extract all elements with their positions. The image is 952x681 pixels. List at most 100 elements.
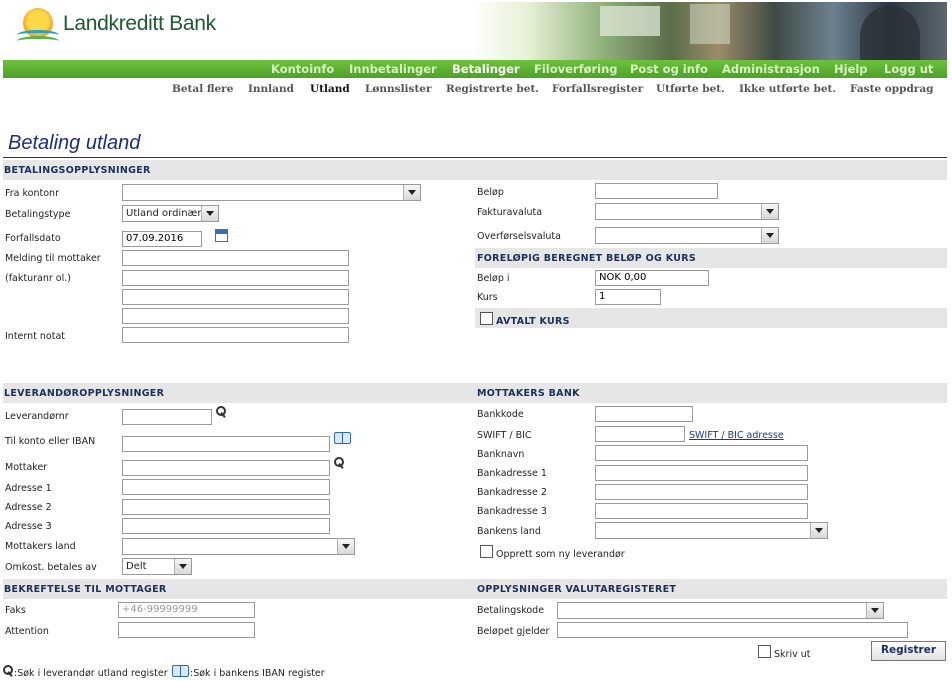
bankkode-label: Bankkode bbox=[477, 409, 524, 420]
section-title: LEVERANDØROPPLYSNINGER bbox=[4, 388, 165, 399]
nav-kontoinfo[interactable]: Kontoinfo bbox=[271, 62, 334, 76]
bankadresse3-input[interactable] bbox=[595, 503, 808, 519]
page-title: Betaling utland bbox=[8, 132, 141, 154]
header-photo-detail bbox=[690, 4, 730, 44]
betalingskode-label: Betalingskode bbox=[477, 605, 545, 616]
attention-label: Attention bbox=[5, 626, 49, 637]
melding-input-1[interactable] bbox=[122, 250, 349, 266]
title-divider bbox=[3, 157, 947, 158]
overforselsvaluta-select[interactable] bbox=[595, 227, 779, 244]
book-icon[interactable] bbox=[334, 432, 351, 444]
mottakers-land-select[interactable] bbox=[122, 538, 355, 555]
bankens-land-select[interactable] bbox=[595, 522, 828, 539]
nav-filoverforing[interactable]: Filoverføring bbox=[534, 62, 618, 76]
overforselsvaluta-label: Overførselsvaluta bbox=[477, 231, 561, 242]
nav-administrasjon[interactable]: Administrasjon bbox=[722, 62, 820, 76]
subnav-faste-oppdrag[interactable]: Faste oppdrag bbox=[850, 83, 934, 95]
bankadresse3-label: Bankadresse 3 bbox=[477, 506, 547, 517]
section-leverandor-row: LEVERANDØROPPLYSNINGER MOTTAKERS BANK bbox=[3, 383, 947, 403]
banknavn-label: Banknavn bbox=[477, 449, 525, 460]
subnav-innland[interactable]: Innland bbox=[248, 83, 294, 95]
forfallsdato-input[interactable]: 07.09.2016 bbox=[122, 231, 202, 247]
chevron-down-icon bbox=[337, 539, 354, 554]
bankens-land-label: Bankens land bbox=[477, 526, 541, 537]
til-konto-input[interactable] bbox=[122, 436, 330, 452]
nav-hjelp[interactable]: Hjelp bbox=[834, 62, 868, 76]
chevron-down-icon bbox=[403, 185, 420, 200]
bankkode-input[interactable] bbox=[595, 406, 693, 422]
section-bekreftelse-row: BEKREFTELSE TIL MOTTAGER OPPLYSNINGER VA… bbox=[3, 579, 947, 599]
bankadresse1-label: Bankadresse 1 bbox=[477, 468, 547, 479]
internt-notat-label: Internt notat bbox=[5, 331, 66, 342]
chevron-down-icon bbox=[761, 228, 778, 243]
registrer-button[interactable]: Registrer bbox=[871, 641, 946, 661]
leverandornr-label: Leverandørnr bbox=[5, 411, 69, 422]
section-title: BETALINGSOPPLYSNINGER bbox=[4, 165, 151, 176]
attention-input[interactable] bbox=[118, 622, 255, 638]
subnav-ikke-utforte-bet[interactable]: Ikke utførte bet. bbox=[739, 83, 836, 95]
section-forelopig: FORELØPIG BEREGNET BELØP OG KURS bbox=[475, 248, 947, 268]
forfallsdato-label: Forfallsdato bbox=[5, 233, 61, 244]
swift-bic-link[interactable]: SWIFT / BIC adresse bbox=[689, 430, 784, 441]
book-icon bbox=[172, 665, 189, 677]
faks-label: Faks bbox=[5, 605, 26, 616]
key-icon[interactable] bbox=[334, 457, 345, 469]
faks-input[interactable]: +46-99999999 bbox=[118, 602, 255, 618]
betalingstype-select[interactable]: Utland ordinær bbox=[122, 205, 219, 222]
bankadresse1-input[interactable] bbox=[595, 465, 808, 481]
subnav-utland[interactable]: Utland bbox=[310, 83, 350, 95]
mottaker-input[interactable] bbox=[122, 460, 330, 476]
betalingstype-label: Betalingstype bbox=[5, 209, 71, 220]
swift-label: SWIFT / BIC bbox=[477, 430, 532, 441]
header-photo-detail bbox=[600, 6, 660, 36]
melding-input-2[interactable] bbox=[122, 270, 349, 286]
adresse2-label: Adresse 2 bbox=[5, 502, 52, 513]
til-konto-label: Til konto eller IBAN bbox=[5, 436, 96, 447]
subnav-lonnslister[interactable]: Lønnslister bbox=[365, 83, 432, 95]
fakturavaluta-select[interactable] bbox=[595, 203, 779, 220]
legend-iban: :Søk i bankens IBAN register bbox=[190, 668, 325, 679]
banknavn-input[interactable] bbox=[595, 445, 808, 461]
calendar-icon[interactable] bbox=[215, 229, 228, 242]
header-photo-person bbox=[860, 6, 920, 60]
chevron-down-icon bbox=[174, 559, 191, 574]
belop-i-input[interactable]: NOK 0,00 bbox=[595, 270, 709, 286]
fra-kontonr-select[interactable] bbox=[122, 184, 421, 201]
betalingskode-select[interactable] bbox=[557, 602, 884, 619]
nav-logg-ut[interactable]: Logg ut bbox=[884, 62, 933, 76]
avtalt-kurs-checkbox[interactable] bbox=[480, 312, 493, 325]
omkost-label: Omkost. betales av bbox=[5, 562, 97, 573]
subnav-utforte-bet[interactable]: Utførte bet. bbox=[656, 83, 725, 95]
kurs-input[interactable]: 1 bbox=[595, 289, 661, 305]
adresse1-input[interactable] bbox=[122, 479, 330, 495]
subnav-betal-flere[interactable]: Betal flere bbox=[172, 83, 233, 95]
section-title: BEKREFTELSE TIL MOTTAGER bbox=[4, 584, 167, 595]
melding-sublabel: (fakturanr ol.) bbox=[5, 273, 71, 284]
section-title: FORELØPIG BEREGNET BELØP OG KURS bbox=[477, 253, 696, 264]
belop-label: Beløp bbox=[477, 187, 504, 198]
internt-notat-input[interactable] bbox=[122, 327, 349, 343]
mottakers-land-label: Mottakers land bbox=[5, 541, 76, 552]
melding-input-4[interactable] bbox=[122, 308, 349, 324]
adresse3-input[interactable] bbox=[122, 518, 330, 534]
opprett-leverandor-checkbox[interactable] bbox=[480, 545, 493, 558]
subnav-registrerte-bet[interactable]: Registrerte bet. bbox=[446, 83, 539, 95]
nav-post-og-info[interactable]: Post og info bbox=[630, 62, 708, 76]
chevron-down-icon bbox=[201, 206, 218, 221]
swift-input[interactable] bbox=[595, 426, 685, 442]
bankadresse2-input[interactable] bbox=[595, 484, 808, 500]
melding-input-3[interactable] bbox=[122, 289, 349, 305]
omkost-select[interactable]: Delt bbox=[122, 558, 192, 575]
skriv-ut-checkbox[interactable] bbox=[758, 645, 771, 658]
adresse2-input[interactable] bbox=[122, 499, 330, 515]
nav-betalinger[interactable]: Betalinger bbox=[452, 62, 520, 76]
subnav-forfallsregister[interactable]: Forfallsregister bbox=[552, 83, 643, 95]
key-icon[interactable] bbox=[216, 406, 227, 418]
nav-innbetalinger[interactable]: Innbetalinger bbox=[349, 62, 437, 76]
belopet-gjelder-input[interactable] bbox=[557, 622, 908, 638]
section-betalingsopplysninger: BETALINGSOPPLYSNINGER bbox=[3, 160, 947, 180]
skriv-ut-label: Skriv ut bbox=[774, 649, 811, 660]
leverandornr-input[interactable] bbox=[122, 409, 212, 425]
belop-input[interactable] bbox=[595, 183, 718, 199]
opprett-leverandor-label: Opprett som ny leverandør bbox=[496, 549, 625, 560]
